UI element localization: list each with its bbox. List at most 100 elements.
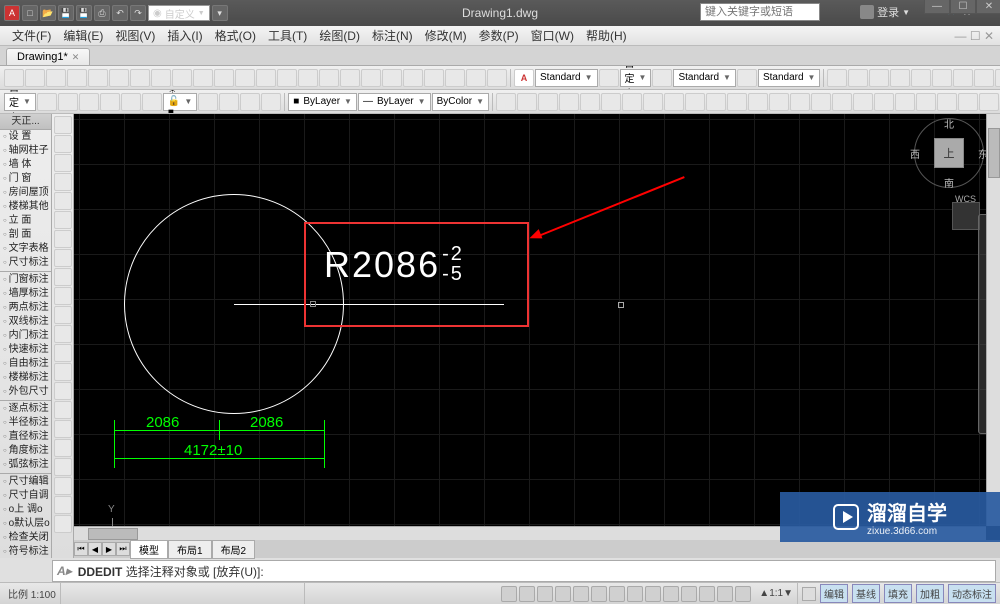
tb1-ico-3[interactable] xyxy=(67,69,87,87)
left-item-lp-d-5[interactable]: 符号标注 xyxy=(0,545,51,558)
left-item-lp-a-9[interactable]: 尺寸标注 xyxy=(0,256,51,270)
color-combo[interactable]: ■ ByLayer▼ xyxy=(288,93,357,111)
vertical-scrollbar[interactable] xyxy=(986,114,1000,526)
open-icon[interactable]: 📂 xyxy=(40,5,56,21)
left-item-lp-b-1[interactable]: 墙厚标注 xyxy=(0,287,51,301)
toolcol-ico-21[interactable] xyxy=(54,515,72,533)
tb2-ico-2[interactable] xyxy=(538,93,558,111)
tb1-ico-0[interactable] xyxy=(4,69,24,87)
left-item-lp-a-6[interactable]: 立 面 xyxy=(0,214,51,228)
tb1-ico-14[interactable] xyxy=(298,69,318,87)
status-scale[interactable]: 比例 1:100 xyxy=(4,583,61,604)
left-item-lp-b-2[interactable]: 两点标注 xyxy=(0,301,51,315)
table-style-icon[interactable] xyxy=(652,69,672,87)
left-item-lp-a-8[interactable]: 文字表格 xyxy=(0,242,51,256)
tb1-ico-2[interactable] xyxy=(46,69,66,87)
tb2-ico-15[interactable] xyxy=(811,93,831,111)
lineweight-combo[interactable]: ByColor▼ xyxy=(432,93,490,111)
layer-combo[interactable]: ◉ ☀ 🔓 ■ 0▼ xyxy=(163,93,197,111)
tb1-ico-22[interactable] xyxy=(466,69,486,87)
tb1-ico-18[interactable] xyxy=(382,69,402,87)
toolcol-ico-2[interactable] xyxy=(54,154,72,172)
toolcol-ico-7[interactable] xyxy=(54,249,72,267)
toolcol-ico-14[interactable] xyxy=(54,382,72,400)
menu-edit[interactable]: 编辑(E) xyxy=(57,27,109,44)
status-ann-icon[interactable] xyxy=(802,587,816,601)
left-item-lp-b-5[interactable]: 快速标注 xyxy=(0,343,51,357)
tb1-ico-15[interactable] xyxy=(319,69,339,87)
layer-filter-combo[interactable]: 自定义▼ xyxy=(4,93,36,111)
mode-bold[interactable]: 加粗 xyxy=(916,584,944,603)
tb1b-ico-4[interactable] xyxy=(911,69,931,87)
ml-style-combo[interactable]: Standard▼ xyxy=(758,69,821,87)
left-item-lp-b-7[interactable]: 楼梯标注 xyxy=(0,371,51,385)
menu-dimension[interactable]: 标注(N) xyxy=(366,27,419,44)
tb1-ico-16[interactable] xyxy=(340,69,360,87)
text-style-icon[interactable]: A xyxy=(514,69,534,87)
ml-style-icon[interactable] xyxy=(737,69,757,87)
tb1b-ico-6[interactable] xyxy=(953,69,973,87)
new-icon[interactable]: □ xyxy=(22,5,38,21)
tb1-ico-8[interactable] xyxy=(172,69,192,87)
toolcol-ico-3[interactable] xyxy=(54,173,72,191)
layer2-ico-0[interactable] xyxy=(198,93,218,111)
layer2-ico-3[interactable] xyxy=(261,93,281,111)
tb2-ico-23[interactable] xyxy=(979,93,999,111)
status-toggle-5[interactable] xyxy=(591,586,607,602)
layer-ico-0[interactable] xyxy=(37,93,57,111)
status-toggle-13[interactable] xyxy=(735,586,751,602)
text-style-combo[interactable]: Standard▼ xyxy=(535,69,598,87)
tb2-ico-14[interactable] xyxy=(790,93,810,111)
layer-ico-5[interactable] xyxy=(142,93,162,111)
tb2-ico-6[interactable] xyxy=(622,93,642,111)
tab-scroll-first[interactable]: ⏮ xyxy=(74,542,88,556)
status-toggle-9[interactable] xyxy=(663,586,679,602)
tb2-ico-17[interactable] xyxy=(853,93,873,111)
toolcol-ico-20[interactable] xyxy=(54,496,72,514)
tb1-ico-7[interactable] xyxy=(151,69,171,87)
tb2-ico-3[interactable] xyxy=(559,93,579,111)
redo-icon[interactable]: ↷ xyxy=(130,5,146,21)
tab-close-icon[interactable]: ✕ xyxy=(72,52,80,63)
tb1-ico-9[interactable] xyxy=(193,69,213,87)
table-style-combo[interactable]: Standard▼ xyxy=(673,69,736,87)
dim-style-icon[interactable] xyxy=(599,69,619,87)
layer2-ico-1[interactable] xyxy=(219,93,239,111)
menu-window[interactable]: 窗口(W) xyxy=(525,27,580,44)
toolcol-ico-6[interactable] xyxy=(54,230,72,248)
tb1b-ico-2[interactable] xyxy=(869,69,889,87)
status-toggle-12[interactable] xyxy=(717,586,733,602)
tb1-ico-13[interactable] xyxy=(277,69,297,87)
toolcol-ico-5[interactable] xyxy=(54,211,72,229)
tb1-ico-6[interactable] xyxy=(130,69,150,87)
menu-tools[interactable]: 工具(T) xyxy=(262,27,313,44)
menu-modify[interactable]: 修改(M) xyxy=(419,27,473,44)
tab-layout2[interactable]: 布局2 xyxy=(212,540,256,559)
menu-insert[interactable]: 插入(I) xyxy=(161,27,208,44)
mdi-controls[interactable]: — ☐ ✕ xyxy=(949,29,1000,43)
viewcube-top[interactable]: 上 xyxy=(934,138,964,168)
nav-wheel[interactable] xyxy=(952,202,980,230)
tab-scroll-next[interactable]: ▶ xyxy=(102,542,116,556)
layer2-ico-2[interactable] xyxy=(240,93,260,111)
status-toggle-10[interactable] xyxy=(681,586,697,602)
menu-format[interactable]: 格式(O) xyxy=(209,27,262,44)
toolcol-ico-9[interactable] xyxy=(54,287,72,305)
tb2-ico-13[interactable] xyxy=(769,93,789,111)
left-item-lp-c-0[interactable]: 逐点标注 xyxy=(0,402,51,416)
menu-help[interactable]: 帮助(H) xyxy=(580,27,633,44)
toolcol-ico-13[interactable] xyxy=(54,363,72,381)
left-item-lp-a-4[interactable]: 房间屋顶 xyxy=(0,186,51,200)
left-item-lp-a-2[interactable]: 墙 体 xyxy=(0,158,51,172)
left-item-lp-a-3[interactable]: 门 窗 xyxy=(0,172,51,186)
left-item-lp-b-0[interactable]: 门窗标注 xyxy=(0,273,51,287)
tb2-ico-0[interactable] xyxy=(496,93,516,111)
tb2-ico-19[interactable] xyxy=(895,93,915,111)
login-area[interactable]: 登录 ▼ xyxy=(860,4,910,20)
toolcol-ico-1[interactable] xyxy=(54,135,72,153)
mode-edit[interactable]: 编辑 xyxy=(820,584,848,603)
menu-parametric[interactable]: 参数(P) xyxy=(473,27,525,44)
status-toggle-1[interactable] xyxy=(519,586,535,602)
workspace-combo[interactable]: ◉ 自定义 ▼ xyxy=(148,5,210,21)
tb1b-ico-5[interactable] xyxy=(932,69,952,87)
